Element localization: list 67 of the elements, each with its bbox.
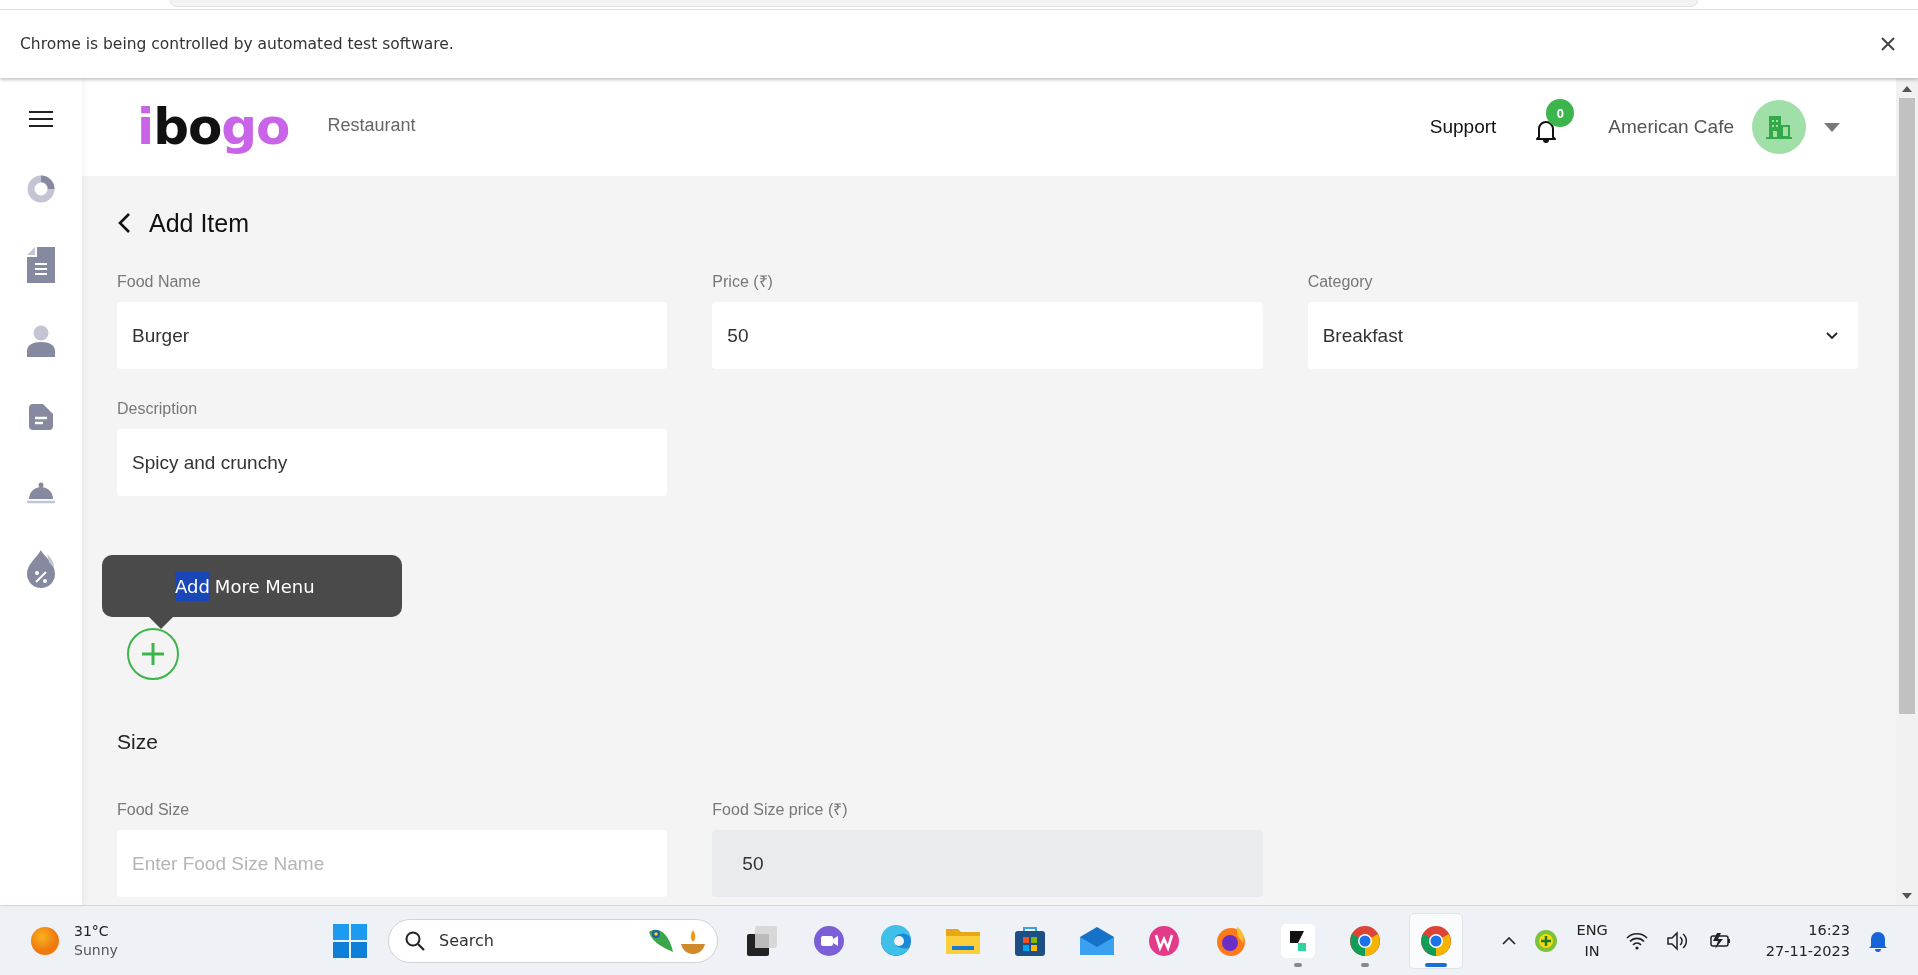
app-tile-icon — [1281, 923, 1315, 958]
discount-icon[interactable] — [27, 550, 55, 588]
search-field[interactable]: Search — [437, 930, 635, 951]
file-icon[interactable] — [29, 404, 53, 430]
section-heading: Size — [117, 730, 159, 754]
browser-swirl-icon — [879, 923, 913, 958]
search-box[interactable]: Search — [388, 918, 718, 963]
volume-icon[interactable] — [1665, 930, 1690, 951]
input-field[interactable]: 50 — [712, 302, 1263, 369]
bell-icon[interactable] — [1536, 119, 1557, 143]
field-label: Food Size — [117, 800, 191, 820]
scroll-up-icon[interactable] — [1902, 86, 1912, 92]
plus-icon — [141, 642, 165, 666]
plus-circle-icon[interactable] — [1534, 928, 1559, 953]
input-field[interactable]: Burger — [117, 302, 668, 369]
scroll-thumb[interactable] — [1899, 98, 1915, 714]
account-name[interactable]: American Cafe — [1608, 116, 1734, 138]
fox-browser-icon — [1215, 924, 1247, 957]
store-bag-icon — [1014, 924, 1046, 957]
logo[interactable]: ibogo — [137, 102, 290, 152]
video-call-icon — [812, 923, 846, 958]
tooltip-text: Add More Menu — [175, 571, 315, 601]
chrome-icon — [1348, 923, 1382, 958]
field-label: Category — [1307, 272, 1374, 292]
back-icon[interactable] — [117, 212, 131, 234]
add-menu-button[interactable] — [127, 628, 179, 680]
document-icon[interactable] — [27, 247, 55, 283]
input-field[interactable]: Enter Food Size Name — [117, 830, 668, 897]
input-field[interactable]: Spicy and crunchy — [117, 429, 668, 496]
cloche-icon[interactable] — [27, 482, 55, 504]
avatar[interactable] — [1752, 100, 1806, 154]
clock-time[interactable]: 16:23 — [1808, 919, 1850, 941]
page-title: Add Item — [149, 208, 250, 238]
chrome-icon — [1419, 923, 1453, 958]
chevron-up-icon[interactable] — [1502, 936, 1517, 945]
search-icon — [405, 930, 425, 951]
notification-badge: 0 — [1546, 99, 1575, 127]
section-label: Restaurant — [327, 114, 416, 136]
caret-icon[interactable] — [1824, 122, 1840, 132]
close-icon[interactable] — [1880, 36, 1896, 52]
task-view-icon — [745, 923, 779, 958]
sun-icon[interactable] — [30, 925, 60, 956]
weather-condition[interactable]: Sunny — [74, 940, 118, 960]
language-code[interactable]: ENG — [1576, 919, 1608, 941]
field-label: Food Name — [117, 272, 202, 292]
start-icon[interactable] — [333, 923, 367, 958]
pie-chart-icon[interactable] — [27, 175, 55, 203]
temperature[interactable]: 31°C — [74, 921, 118, 941]
infobar-message: Chrome is being controlled by automated test software. — [20, 35, 455, 53]
scrollbar[interactable] — [1896, 78, 1918, 905]
user-icon[interactable] — [27, 325, 55, 357]
wps-logo-icon — [1148, 924, 1180, 957]
menu-icon[interactable] — [29, 110, 53, 128]
support-link[interactable]: Support — [1429, 116, 1497, 138]
field-label: Food Size price (₹) — [712, 800, 849, 820]
taskbar-app-active[interactable] — [1409, 912, 1463, 969]
region-code[interactable]: IN — [1584, 940, 1600, 962]
building-icon — [1766, 115, 1792, 139]
wifi-icon[interactable] — [1625, 931, 1648, 950]
category-dropdown[interactable]: Breakfast — [1307, 302, 1858, 369]
field-label: Price (₹) — [712, 272, 774, 292]
field-label: Description — [117, 399, 199, 419]
clock-date[interactable]: 27-11-2023 — [1765, 940, 1850, 962]
scroll-down-icon[interactable] — [1902, 893, 1912, 899]
notification-bell-icon[interactable] — [1868, 929, 1888, 952]
chevron-down-icon — [1826, 331, 1838, 340]
mail-icon — [1080, 926, 1114, 955]
